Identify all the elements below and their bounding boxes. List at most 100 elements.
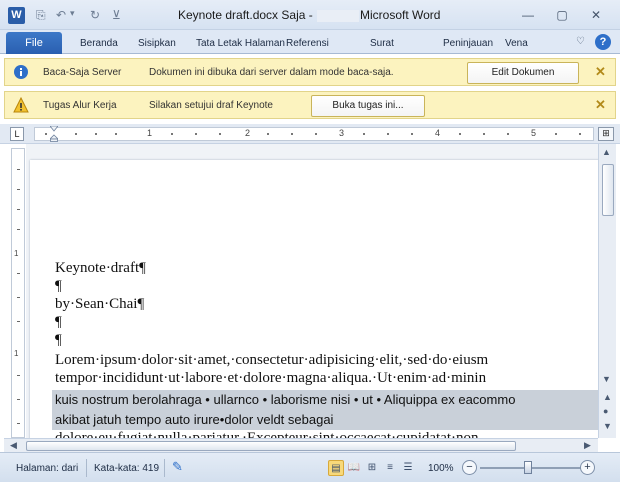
ruler-row: L 1 2 3 4 5 ⊞ (0, 124, 620, 144)
doc-highlighted-line[interactable]: kuis nostrum berolahraga • ullarnco • la… (52, 390, 598, 410)
doc-body-line[interactable]: tempor·incididunt·ut·labore·et·dolore·ma… (55, 370, 486, 387)
doc-paragraph-mark[interactable]: ¶ (55, 314, 62, 331)
ruler-tick (363, 133, 365, 135)
doc-paragraph-mark[interactable]: ¶ (55, 278, 62, 295)
page-count-status[interactable]: Halaman: dari (16, 463, 78, 474)
tab-selector-button[interactable]: L (10, 127, 24, 141)
ruler-tick (17, 229, 20, 230)
ruler-number: 1 (14, 349, 19, 358)
close-message-icon[interactable]: ✕ (595, 97, 606, 113)
draft-view-icon[interactable]: ☰ (400, 460, 416, 476)
doc-title-line[interactable]: Keynote·draft¶ (55, 260, 146, 277)
ruler-tick (17, 321, 20, 322)
redo-icon[interactable]: ↻ (90, 8, 100, 22)
redacted-title-part (316, 9, 359, 22)
tab-file[interactable]: File (6, 32, 62, 54)
outline-view-icon[interactable]: ≡ (382, 460, 398, 476)
ruler-tick (75, 133, 77, 135)
ruler-tick (195, 133, 197, 135)
status-divider (164, 459, 165, 477)
doc-body-line[interactable]: Lorem·ipsum·dolor·sit·amet,·consectetur·… (55, 352, 488, 369)
full-screen-reading-view-icon[interactable]: 📖 (346, 460, 362, 476)
ruler-tick (579, 133, 581, 135)
web-layout-view-icon[interactable]: ⊞ (364, 460, 380, 476)
ruler-tick (291, 133, 293, 135)
ruler-tick (315, 133, 317, 135)
ruler-tick (17, 399, 20, 400)
save-icon[interactable]: ⎘ (36, 8, 46, 23)
info-icon (14, 65, 28, 79)
ruler-tick (17, 297, 20, 298)
ruler-number: 4 (435, 128, 441, 138)
document-area[interactable]: Keynote·draft¶ ¶ by·Sean·Chai¶ ¶ ¶ Lorem… (26, 144, 598, 438)
tab-referensi[interactable]: Referensi (286, 38, 329, 49)
tab-surat[interactable]: Surat (370, 38, 394, 49)
ruler-number: 5 (531, 128, 537, 138)
ruler-tick (17, 209, 20, 210)
horizontal-ruler[interactable]: 1 2 3 4 5 (34, 127, 594, 141)
select-browse-object-icon[interactable]: ● (603, 406, 608, 416)
minimize-button[interactable]: — (516, 6, 540, 24)
tab-sisipkan[interactable]: Sisipkan (138, 38, 176, 49)
scroll-left-icon[interactable]: ◀ (10, 440, 17, 451)
vertical-scroll-thumb[interactable] (602, 164, 614, 216)
undo-icon[interactable]: ↶ (56, 8, 66, 22)
document-page[interactable]: Keynote·draft¶ ¶ by·Sean·Chai¶ ¶ ¶ Lorem… (30, 160, 598, 438)
doc-paragraph-mark[interactable]: ¶ (55, 332, 62, 349)
help-icon[interactable]: ? (595, 34, 611, 50)
doc-body-line[interactable]: dolore·eu·fugiat·nulla·pariatur.·Excepte… (55, 430, 479, 438)
ruler-number: 1 (14, 249, 19, 258)
close-button[interactable]: ✕ (584, 6, 608, 24)
tab-beranda[interactable]: Beranda (80, 38, 118, 49)
minimize-ribbon-icon[interactable]: ♡ (576, 36, 585, 47)
scroll-down-icon[interactable]: ▼ (602, 374, 611, 384)
horizontal-scroll-thumb[interactable] (26, 441, 516, 451)
customize-qat-icon[interactable]: ⊻ (112, 8, 121, 22)
print-layout-view-icon[interactable]: ▤ (328, 460, 344, 476)
view-ruler-button[interactable]: ⊞ (598, 127, 614, 141)
previous-page-icon[interactable]: ▲ (603, 392, 612, 402)
next-page-icon[interactable]: ▼ (603, 421, 612, 431)
message-title: Baca-Saja Server (43, 67, 122, 78)
vertical-scrollbar[interactable]: ▲ ▼ ▲ ● ▼ (598, 144, 616, 438)
zoom-slider-thumb[interactable] (524, 461, 532, 474)
ruler-tick (17, 169, 20, 170)
tab-tata-letak-halaman[interactable]: Tata Letak Halaman (196, 38, 285, 49)
ruler-number: 2 (245, 128, 251, 138)
word-count-status[interactable]: Kata-kata: 419 (94, 463, 159, 474)
ruler-tick (115, 133, 117, 135)
message-bar-read-only: Baca-Saja Server Dokumen ini dibuka dari… (4, 58, 616, 86)
open-task-button[interactable]: Buka tugas ini... (311, 95, 425, 117)
scroll-right-icon[interactable]: ▶ (584, 440, 591, 451)
undo-dropdown-icon[interactable]: ▾ (70, 8, 75, 19)
scroll-up-icon[interactable]: ▲ (602, 147, 611, 157)
doc-highlighted-line[interactable]: akibat jatuh tempo auto irure•dolor veld… (52, 410, 598, 430)
ruler-tick (555, 133, 557, 135)
ruler-tick (219, 133, 221, 135)
zoom-out-button[interactable]: − (462, 460, 477, 475)
close-message-icon[interactable]: ✕ (595, 64, 606, 80)
restore-button[interactable]: ▢ (550, 6, 574, 24)
tab-vena[interactable]: Vena (505, 38, 528, 49)
message-bar-workflow: Tugas Alur Kerja Silakan setujui draf Ke… (4, 91, 616, 119)
edit-document-button[interactable]: Edit Dokumen (467, 62, 579, 84)
ruler-tick (95, 133, 97, 135)
message-title: Tugas Alur Kerja (43, 100, 117, 111)
word-app-icon[interactable]: W (8, 7, 25, 24)
tab-peninjauan[interactable]: Peninjauan (443, 38, 493, 49)
status-divider (86, 459, 87, 477)
ruler-tick (387, 133, 389, 135)
status-bar: Halaman: dari Kata-kata: 419 ✎ ▤ 📖 ⊞ ≡ ☰… (0, 452, 620, 482)
message-text: Dokumen ini dibuka dari server dalam mod… (149, 67, 394, 78)
zoom-in-button[interactable]: + (580, 460, 595, 475)
vertical-ruler[interactable]: 1 1 (11, 148, 25, 438)
zoom-level-label[interactable]: 100% (428, 463, 454, 474)
warning-icon (13, 97, 29, 113)
proofing-icon[interactable]: ✎ (172, 459, 183, 475)
indent-marker-icon[interactable] (50, 126, 58, 142)
doc-author-line[interactable]: by·Sean·Chai¶ (55, 296, 144, 313)
app-name: Microsoft Word (360, 8, 441, 22)
horizontal-scrollbar[interactable]: ◀ ▶ (4, 438, 598, 452)
document-title-text: Keynote draft.docx Saja - (178, 8, 313, 22)
ruler-tick (459, 133, 461, 135)
